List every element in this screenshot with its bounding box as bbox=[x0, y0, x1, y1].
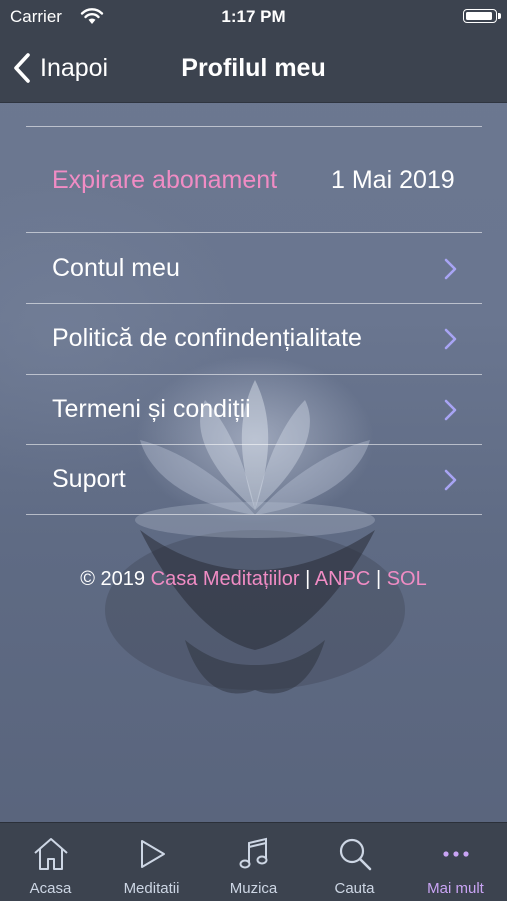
copyright-text: © 2019 bbox=[80, 568, 146, 590]
menu-item-label: Termeni și condiții bbox=[52, 395, 251, 423]
battery-level bbox=[466, 12, 492, 20]
tab-label: Muzica bbox=[229, 880, 278, 897]
chevron-right-icon bbox=[444, 399, 457, 421]
menu-item-account[interactable]: Contul meu bbox=[26, 234, 482, 304]
menu-item-support[interactable]: Suport bbox=[26, 445, 482, 515]
footer-separator: | bbox=[375, 568, 382, 590]
tab-search[interactable]: Cauta bbox=[304, 823, 405, 901]
tab-meditations[interactable]: Meditatii bbox=[101, 823, 202, 901]
menu-item-terms[interactable]: Termeni și condiții bbox=[26, 375, 482, 445]
footer-separator: | bbox=[305, 568, 311, 590]
tab-label: Cauta bbox=[334, 880, 375, 897]
status-bar: Carrier 1:17 PM bbox=[0, 0, 507, 34]
menu-item-privacy-policy[interactable]: Politică de confindențialitate bbox=[26, 304, 482, 374]
music-note-icon bbox=[239, 837, 268, 869]
navigation-bar: Inapoi Profilul meu bbox=[0, 34, 507, 103]
subscription-expiry-row: Expirare abonament 1 Mai 2019 bbox=[52, 158, 456, 202]
subscription-expiry-value: 1 Mai 2019 bbox=[331, 166, 455, 194]
tab-bar: Acasa Meditatii Muzica Cauta Mai mult bbox=[0, 822, 507, 901]
battery-icon bbox=[463, 9, 501, 23]
divider bbox=[26, 514, 482, 515]
casa-meditatiilor-link[interactable]: Casa Meditațiilor bbox=[151, 568, 300, 590]
home-icon bbox=[34, 838, 68, 870]
subscription-expiry-label: Expirare abonament bbox=[52, 166, 278, 194]
menu-item-label: Suport bbox=[52, 465, 126, 493]
chevron-right-icon bbox=[444, 258, 457, 280]
more-icon bbox=[443, 851, 469, 857]
chevron-right-icon bbox=[444, 328, 457, 350]
page-title: Profilul meu bbox=[181, 54, 326, 82]
footer: © 2019 Casa Meditațiilor | ANPC | SOL bbox=[0, 568, 507, 591]
chevron-right-icon bbox=[444, 469, 457, 491]
search-icon bbox=[339, 838, 372, 871]
status-time: 1:17 PM bbox=[221, 7, 286, 26]
divider bbox=[26, 232, 482, 233]
tab-label: Acasa bbox=[29, 880, 72, 897]
menu-item-label: Contul meu bbox=[52, 254, 180, 282]
tab-label: Mai mult bbox=[427, 880, 484, 897]
play-icon bbox=[141, 840, 165, 868]
tab-more[interactable]: Mai mult bbox=[405, 823, 506, 901]
anpc-link[interactable]: ANPC bbox=[315, 568, 371, 590]
tab-home[interactable]: Acasa bbox=[0, 823, 101, 901]
divider bbox=[26, 126, 482, 127]
sol-link[interactable]: SOL bbox=[387, 568, 427, 590]
menu-item-label: Politică de confindențialitate bbox=[52, 324, 362, 352]
tab-label: Meditatii bbox=[123, 880, 180, 897]
tab-music[interactable]: Muzica bbox=[203, 823, 304, 901]
